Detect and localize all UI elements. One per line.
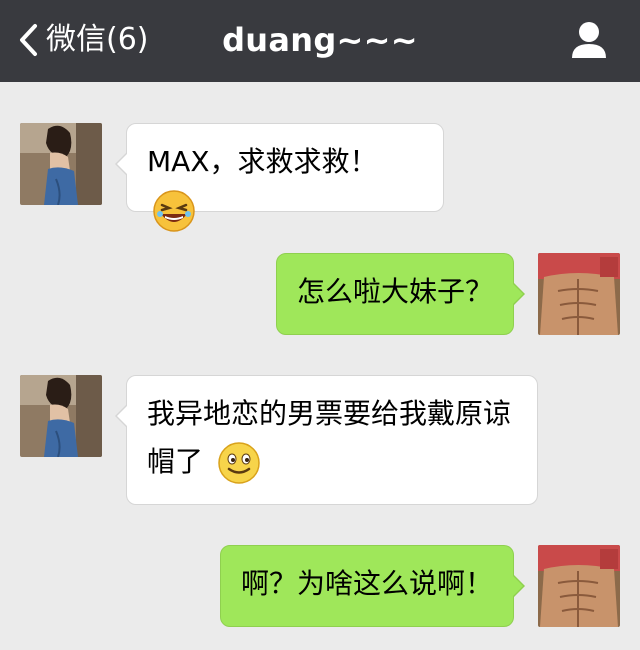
message-text: 怎么啦大妹子？ xyxy=(297,275,494,308)
message-text: 啊？为啥这么说啊！ xyxy=(241,567,494,600)
woman-photo-icon xyxy=(20,123,102,205)
navigation-bar: 微信(6) duang~~~ xyxy=(0,0,640,82)
message-text: MAX，求救求救！ xyxy=(147,145,378,178)
contact-avatar[interactable] xyxy=(20,123,102,205)
message-bubble-outgoing[interactable]: 啊？为啥这么说啊！ xyxy=(220,545,525,627)
woman-photo-icon xyxy=(20,375,102,457)
laughing-emoji-icon xyxy=(153,190,195,232)
smiling-emoji-icon xyxy=(218,442,260,484)
contact-avatar[interactable] xyxy=(20,375,102,457)
chat-title: duang~~~ xyxy=(222,21,418,59)
message-bubble-incoming[interactable]: MAX，求救求救！ xyxy=(115,123,444,232)
man-photo-icon xyxy=(538,253,620,335)
message-bubble-outgoing[interactable]: 怎么啦大妹子？ xyxy=(276,253,525,335)
message-bubble-incoming[interactable]: 我异地恋的男票要给我戴原谅帽了 xyxy=(115,375,538,505)
self-avatar[interactable] xyxy=(538,253,620,335)
self-avatar[interactable] xyxy=(538,545,620,627)
message-text: 我异地恋的男票要给我戴原谅帽了 xyxy=(147,397,512,478)
person-icon[interactable] xyxy=(570,20,608,60)
man-photo-icon xyxy=(538,545,620,627)
